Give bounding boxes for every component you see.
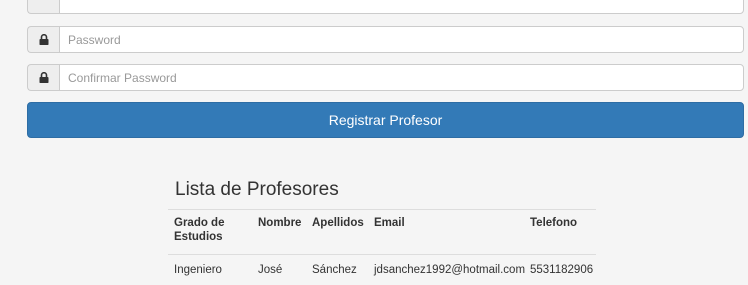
list-title: Lista de Profesores <box>175 179 339 201</box>
confirm-password-field[interactable] <box>59 64 744 91</box>
password-field[interactable] <box>59 26 744 53</box>
cell-email: jdsanchez1992@hotmail.com <box>368 255 524 285</box>
cell-apellidos: Sánchez <box>306 255 368 285</box>
password-input-group <box>27 26 744 53</box>
table-header-row: Grado de Estudios Nombre Apellidos Email… <box>168 210 596 255</box>
confirm-password-input-group <box>27 64 744 91</box>
column-header-grado: Grado de Estudios <box>168 210 252 255</box>
cell-nombre: José <box>252 255 306 285</box>
top-input-group <box>27 0 744 14</box>
professors-table: Grado de Estudios Nombre Apellidos Email… <box>168 209 596 285</box>
table-row: Ingeniero José Sánchez jdsanchez1992@hot… <box>168 255 596 285</box>
top-field-input[interactable] <box>59 0 744 14</box>
lock-icon <box>39 34 49 45</box>
confirm-password-addon <box>27 64 59 91</box>
register-professor-button[interactable]: Registrar Profesor <box>27 102 744 138</box>
password-addon <box>27 26 59 53</box>
top-field-addon <box>27 0 59 14</box>
lock-icon <box>39 72 49 83</box>
column-header-telefono: Telefono <box>524 210 596 255</box>
column-header-email: Email <box>368 210 524 255</box>
column-header-nombre: Nombre <box>252 210 306 255</box>
cell-telefono: 5531182906 <box>524 255 596 285</box>
column-header-apellidos: Apellidos <box>306 210 368 255</box>
cell-grado: Ingeniero <box>168 255 252 285</box>
